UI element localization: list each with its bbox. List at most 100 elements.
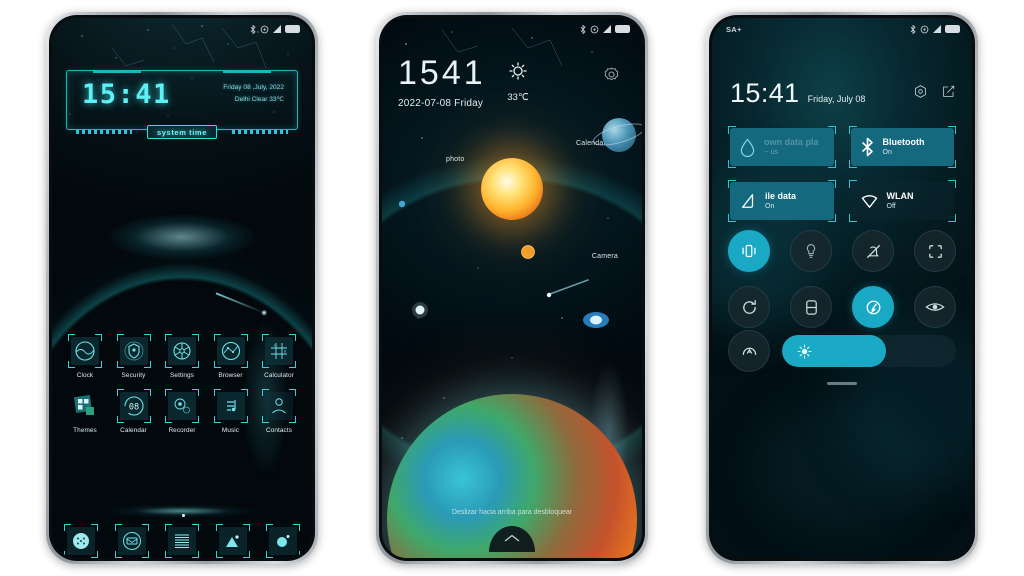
camera-icon <box>269 527 297 555</box>
settings-button[interactable] <box>913 84 928 104</box>
bluetooth-icon <box>861 137 873 157</box>
signal-icon <box>603 25 611 33</box>
app-row-1: Clock Security Settings Browser + x Calc… <box>62 334 302 379</box>
chevron-up-icon <box>504 534 520 542</box>
battery-icon <box>945 25 960 33</box>
toggle-flashlight[interactable] <box>790 230 832 272</box>
alarm-icon <box>260 25 269 33</box>
app-themes[interactable]: Themes <box>62 389 108 434</box>
sun-icon <box>509 62 527 80</box>
app-label: Settings <box>170 372 194 379</box>
bluetooth-icon <box>250 24 256 34</box>
brightness-fill <box>782 335 887 367</box>
toggle-row-1 <box>728 230 956 272</box>
blur-blob-3 <box>752 398 932 538</box>
phone-3-quick-settings: SA+ 15:41 Friday, July 08 own data pla -… <box>706 12 978 564</box>
clock-icon <box>68 334 102 368</box>
tile-row-1: own data pla -- us Bluetooth On <box>728 126 956 168</box>
alarm-icon <box>920 25 929 33</box>
toggle-screenshot[interactable] <box>914 230 956 272</box>
app-calendar[interactable]: 08 Calendar <box>111 389 157 434</box>
system-time-widget[interactable]: 15:41 Friday 08 ,July, 2022 Delhi Clear … <box>66 70 298 139</box>
tile-wlan[interactable]: WLAN Off <box>848 180 956 222</box>
widget-date: Friday 08 ,July, 2022 <box>223 84 284 91</box>
data-saver-icon <box>866 300 880 314</box>
app-recorder[interactable]: Recorder <box>159 389 205 434</box>
tile-subtitle: On <box>765 203 775 211</box>
phone-3-screen: SA+ 15:41 Friday, July 08 own data pla -… <box>712 18 972 558</box>
weather-widget[interactable]: 33℃ <box>506 60 530 103</box>
lockscreen-date: 2022-07-08 Friday <box>398 98 484 109</box>
calculator-icon: + x <box>262 334 296 368</box>
wlan-icon <box>861 194 877 208</box>
unlock-hint: Deslizar hacia arriba para desbloquear <box>451 509 573 516</box>
gallery-icon <box>218 527 247 555</box>
dock <box>64 524 300 558</box>
battery-icon <box>615 25 630 33</box>
shield-icon <box>116 334 151 368</box>
app-browser[interactable]: Browser <box>208 334 254 379</box>
tile-mobile-data[interactable]: ile data On <box>728 180 836 222</box>
bluetooth-icon <box>910 24 916 34</box>
tile-title: own data pla <box>764 136 819 147</box>
app-music[interactable]: Music <box>208 389 254 434</box>
toggle-auto-rotate[interactable] <box>728 286 770 328</box>
tile-title: ile data <box>765 190 797 201</box>
dock-camera[interactable] <box>266 524 300 558</box>
phone-1-status-bar <box>52 18 312 40</box>
app-label: Recorder <box>168 427 196 434</box>
phone-2-status-bar <box>382 18 642 40</box>
app-clock[interactable]: Clock <box>62 334 108 379</box>
toggle-grid <box>728 230 956 342</box>
app-settings[interactable]: Settings <box>159 334 205 379</box>
signal-icon <box>933 25 941 33</box>
dock-dialer[interactable] <box>64 524 98 558</box>
app-calculator[interactable]: + x Calculator <box>256 334 302 379</box>
edit-button[interactable] <box>941 84 956 104</box>
app-security[interactable]: Security <box>111 334 157 379</box>
signal-icon <box>273 25 281 33</box>
label-camera[interactable]: Camera <box>592 253 618 260</box>
phone-1-screen: 15:41 Friday 08 ,July, 2022 Delhi Clear … <box>52 18 312 558</box>
flashlight-icon <box>806 244 816 258</box>
app-label: Browser <box>218 372 243 379</box>
app-grid: Clock Security Settings Browser + x Calc… <box>62 334 302 444</box>
temperature: 33℃ <box>507 92 529 103</box>
water-drop-icon <box>740 138 755 157</box>
tile-data-plan[interactable]: own data pla -- us <box>728 126 836 168</box>
widget-time: 15:41 <box>82 79 171 110</box>
dock-messages[interactable] <box>114 524 149 558</box>
recorder-icon <box>165 389 199 423</box>
label-photo[interactable]: photo <box>446 156 465 163</box>
phone-2-lock-screen: 1541 2022-07-08 Friday 33℃ photo Calenda… <box>376 12 648 564</box>
toggle-vibrate[interactable] <box>728 230 770 272</box>
widget-label: system time <box>147 125 217 139</box>
tile-title: Bluetooth <box>882 136 925 147</box>
notes-icon <box>168 527 196 555</box>
panel-drag-handle[interactable] <box>827 382 857 385</box>
dock-notes[interactable] <box>165 524 199 558</box>
toggle-data-saver[interactable] <box>852 286 894 328</box>
app-contacts[interactable]: Contacts <box>256 389 302 434</box>
battery-saver-icon <box>805 299 817 315</box>
widget-dash-left <box>76 130 132 134</box>
panel-date: Friday, July 08 <box>807 94 866 104</box>
toggle-battery-saver[interactable] <box>790 286 832 328</box>
toggle-silent[interactable] <box>852 230 894 272</box>
app-label: Clock <box>76 372 94 379</box>
svg-text:08: 08 <box>128 403 138 413</box>
themes-icon <box>68 389 102 423</box>
dock-gallery[interactable] <box>215 524 250 558</box>
tile-subtitle: On <box>882 149 892 157</box>
phone-1-home-screen: 15:41 Friday 08 ,July, 2022 Delhi Clear … <box>46 12 318 564</box>
svg-text:x: x <box>284 349 287 354</box>
vibrate-icon <box>742 244 756 258</box>
brightness-sun-icon <box>797 344 812 358</box>
toggle-reading-mode[interactable] <box>914 286 956 328</box>
app-label: Security <box>121 372 146 379</box>
tile-bluetooth[interactable]: Bluetooth On <box>848 126 956 168</box>
auto-brightness-button[interactable] <box>728 330 770 372</box>
settings-icon <box>914 85 927 98</box>
settings-shortcut[interactable] <box>603 66 620 88</box>
brightness-slider[interactable] <box>782 335 956 367</box>
